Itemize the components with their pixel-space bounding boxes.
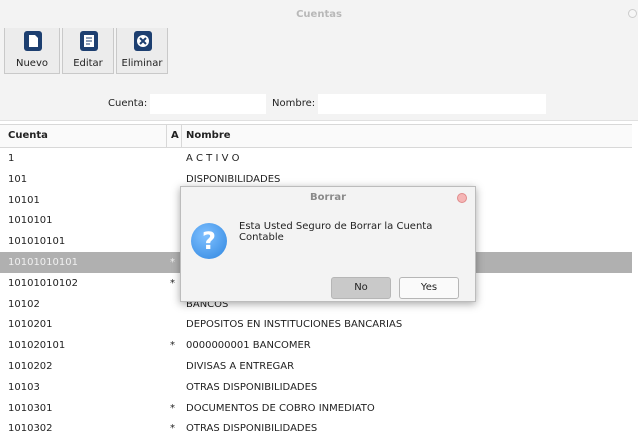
edit-document-icon [80,31,98,51]
cell-a: * [170,256,175,268]
new-document-icon [24,31,42,51]
cell-cuenta: 101020101 [8,340,66,352]
cell-a: * [170,423,175,435]
delete-button[interactable]: Eliminar [116,28,168,74]
column-divider [166,125,167,147]
table-header: Cuenta A Nombre [0,124,632,148]
delete-button-label: Eliminar [121,58,163,69]
cell-cuenta: 10101010102 [8,277,78,289]
question-icon: ? [191,223,227,259]
toolbar: Nuevo Editar Eliminar [0,28,638,76]
window-close-button[interactable] [628,9,637,18]
cell-nombre: OTRAS DISPONIBILIDADES [186,381,318,393]
table-row[interactable]: 1010202 DIVISAS A ENTREGAR [0,356,632,377]
table-row[interactable]: 10103 OTRAS DISPONIBILIDADES [0,377,632,398]
column-header-a[interactable]: A [171,130,179,141]
dialog-close-button[interactable] [457,193,467,203]
cell-cuenta: 1010101 [8,215,53,227]
cell-cuenta: 1010302 [8,423,53,435]
table-row[interactable]: 1010201 DEPOSITOS EN INSTITUCIONES BANCAR… [0,314,632,335]
cell-cuenta: 101010101 [8,236,66,248]
cell-cuenta: 1 [8,153,15,164]
column-header-cuenta[interactable]: Cuenta [8,130,48,141]
cell-nombre: DISPONIBILIDADES [186,173,281,185]
column-header-nombre[interactable]: Nombre [186,130,231,141]
cell-nombre: A C T I V O [186,153,240,164]
cell-cuenta: 10102 [8,298,40,310]
cell-nombre: DIVISAS A ENTREGAR [186,360,295,372]
window-title: Cuentas [296,9,342,20]
table-row[interactable]: 1010302 * OTRAS DISPONIBILIDADES [0,418,632,439]
no-button[interactable]: No [331,277,391,299]
cell-a: * [170,402,175,414]
cell-cuenta: 1010301 [8,402,53,414]
edit-button-label: Editar [73,58,103,69]
new-button-label: Nuevo [15,58,48,69]
table-row[interactable]: 1010301 * DOCUMENTOS DE COBRO INMEDIATO [0,398,632,419]
dialog-title: Borrar [309,192,347,203]
title-bar: Cuentas [0,0,638,29]
cell-cuenta: 1010201 [8,319,53,331]
table-row[interactable]: 1 A C T I V O [0,148,632,169]
cuenta-filter-label: Cuenta: [108,98,148,109]
edit-button[interactable]: Editar [62,28,114,74]
cell-cuenta: 1010202 [8,360,53,372]
delete-confirm-dialog: Borrar ? Esta Usted Seguro de Borrar la … [180,186,476,302]
cell-cuenta: 101 [8,173,28,185]
table-row[interactable]: 101020101 * 0000000001 BANCOMER [0,335,632,356]
cell-cuenta: 10101 [8,194,40,206]
cell-a: * [170,340,175,352]
cell-cuenta: 10101010101 [8,256,78,268]
cell-nombre: OTRAS DISPONIBILIDADES [186,423,318,435]
cuenta-filter-input[interactable] [150,94,266,114]
yes-button[interactable]: Yes [399,277,459,299]
cell-nombre: 0000000001 BANCOMER [186,340,311,352]
nombre-filter-label: Nombre: [272,98,316,109]
nombre-filter-input[interactable] [318,94,546,114]
cell-cuenta: 10103 [8,381,40,393]
cell-nombre: DOCUMENTOS DE COBRO INMEDIATO [186,402,375,414]
column-divider [181,125,182,147]
delete-x-icon [134,31,152,51]
cell-nombre: DEPOSITOS EN INSTITUCIONES BANCARIAS [186,319,403,331]
new-button[interactable]: Nuevo [4,28,60,74]
cell-a: * [170,277,175,289]
dialog-message: Esta Usted Seguro de Borrar la Cuenta Co… [239,221,433,243]
filter-bar: Cuenta: Nombre: [0,76,638,121]
